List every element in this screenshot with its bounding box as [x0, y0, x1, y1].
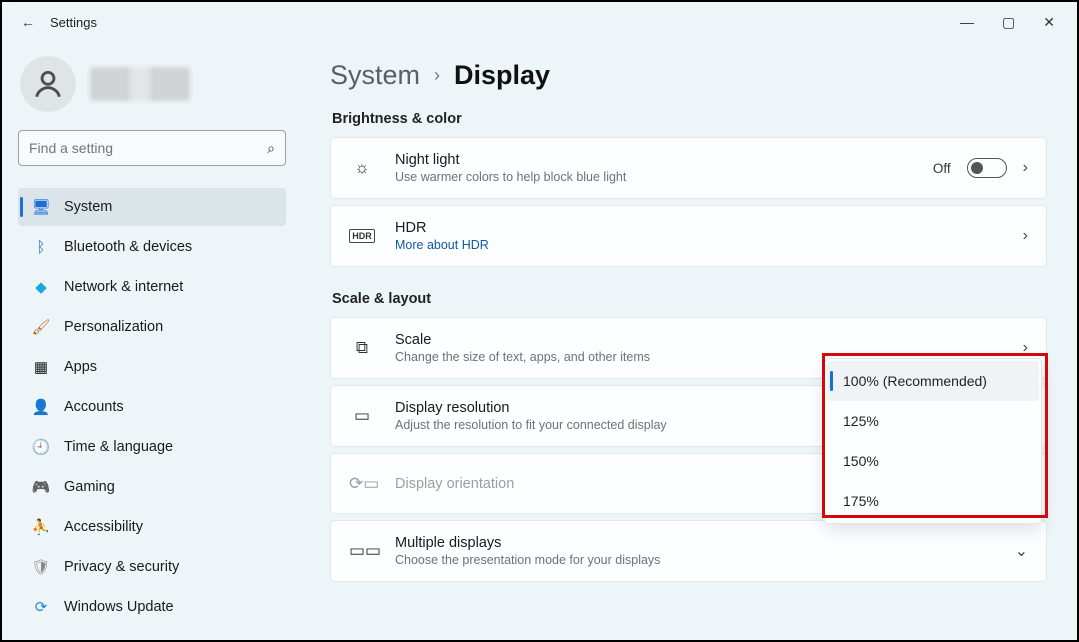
nav-bluetooth[interactable]: ᛒ Bluetooth & devices — [18, 228, 286, 266]
accessibility-icon: ⛹ — [32, 518, 50, 536]
multiple-displays-icon: ▭▭ — [349, 541, 375, 561]
search-input[interactable] — [29, 140, 267, 156]
search-box[interactable]: ⌕ — [18, 130, 286, 166]
night-light-sub: Use warmer colors to help block blue lig… — [395, 170, 913, 184]
nav-label: Accounts — [64, 399, 124, 415]
profile-name-redacted — [90, 67, 190, 101]
nav-apps[interactable]: ▦ Apps — [18, 348, 286, 386]
chevron-right-icon[interactable]: › — [1023, 339, 1028, 357]
nav-system[interactable]: 🖥 System — [18, 188, 286, 226]
section-brightness-title: Brightness & color — [332, 111, 1047, 127]
night-light-card[interactable]: ☼ Night light Use warmer colors to help … — [330, 137, 1047, 199]
nav-network[interactable]: ◆ Network & internet — [18, 268, 286, 306]
accounts-icon: 👤 — [32, 398, 50, 416]
profile[interactable] — [20, 56, 286, 112]
nav-label: Privacy & security — [64, 559, 179, 575]
brush-icon: 🖌 — [32, 318, 50, 336]
gaming-icon: 🎮 — [32, 478, 50, 496]
back-button[interactable]: ← — [12, 14, 44, 30]
hdr-link[interactable]: More about HDR — [395, 238, 1003, 252]
titlebar: ← Settings — ▢ ✕ — [2, 2, 1077, 42]
search-icon: ⌕ — [267, 140, 275, 157]
nav-gaming[interactable]: 🎮 Gaming — [18, 468, 286, 506]
apps-icon: ▦ — [32, 358, 50, 376]
hdr-title: HDR — [395, 220, 1003, 236]
hdr-icon: HDR — [349, 229, 375, 243]
scale-option-100[interactable]: 100% (Recommended) — [827, 361, 1039, 401]
clock-icon: 🕘 — [32, 438, 50, 456]
night-light-icon: ☼ — [349, 158, 375, 178]
scale-option-175[interactable]: 175% — [827, 481, 1039, 521]
scale-dropdown[interactable]: 100% (Recommended) 125% 150% 175% — [824, 358, 1042, 524]
hdr-card[interactable]: HDR HDR More about HDR › — [330, 205, 1047, 267]
section-scale-title: Scale & layout — [332, 291, 1047, 307]
breadcrumb-parent[interactable]: System — [330, 60, 420, 91]
main-content: System › Display Brightness & color ☼ Ni… — [302, 42, 1077, 640]
night-light-title: Night light — [395, 152, 913, 168]
nav-privacy[interactable]: 🛡 Privacy & security — [18, 548, 286, 586]
chevron-right-icon[interactable]: › — [1023, 227, 1028, 245]
nav-personalization[interactable]: 🖌 Personalization — [18, 308, 286, 346]
nav-label: Windows Update — [64, 599, 174, 615]
resolution-icon: ▭ — [349, 406, 375, 426]
nav-label: Network & internet — [64, 279, 183, 295]
nav-label: Apps — [64, 359, 97, 375]
bluetooth-icon: ᛒ — [32, 238, 50, 256]
scale-option-150[interactable]: 150% — [827, 441, 1039, 481]
window-controls: — ▢ ✕ — [960, 14, 1067, 31]
nav-list: 🖥 System ᛒ Bluetooth & devices ◆ Network… — [18, 188, 286, 626]
nav-time[interactable]: 🕘 Time & language — [18, 428, 286, 466]
scale-title: Scale — [395, 332, 1003, 348]
night-light-state: Off — [933, 161, 951, 176]
maximize-button[interactable]: ▢ — [1002, 14, 1015, 31]
nav-accounts[interactable]: 👤 Accounts — [18, 388, 286, 426]
nav-accessibility[interactable]: ⛹ Accessibility — [18, 508, 286, 546]
nav-label: Gaming — [64, 479, 115, 495]
update-icon: ⟳ — [32, 598, 50, 616]
chevron-down-icon[interactable]: ⌄ — [1015, 541, 1028, 561]
chevron-right-icon: › — [434, 65, 440, 86]
breadcrumb-current: Display — [454, 60, 550, 91]
scale-option-125[interactable]: 125% — [827, 401, 1039, 441]
breadcrumb: System › Display — [330, 60, 1047, 91]
scale-icon: ⧉ — [349, 338, 375, 358]
close-button[interactable]: ✕ — [1043, 14, 1055, 31]
multiple-displays-card[interactable]: ▭▭ Multiple displays Choose the presenta… — [330, 520, 1047, 582]
orientation-title: Display orientation — [395, 476, 898, 492]
nav-label: Time & language — [64, 439, 173, 455]
system-icon: 🖥 — [32, 198, 50, 216]
sidebar: ⌕ 🖥 System ᛒ Bluetooth & devices ◆ Netwo… — [2, 42, 302, 640]
night-light-toggle[interactable] — [967, 158, 1007, 178]
multiple-title: Multiple displays — [395, 535, 995, 551]
nav-label: Bluetooth & devices — [64, 239, 192, 255]
nav-update[interactable]: ⟳ Windows Update — [18, 588, 286, 626]
nav-label: Personalization — [64, 319, 163, 335]
chevron-right-icon[interactable]: › — [1023, 159, 1028, 177]
shield-icon: 🛡 — [32, 558, 50, 576]
nav-label: Accessibility — [64, 519, 143, 535]
avatar — [20, 56, 76, 112]
wifi-icon: ◆ — [32, 278, 50, 296]
person-icon — [31, 67, 65, 101]
multiple-sub: Choose the presentation mode for your di… — [395, 553, 995, 567]
minimize-button[interactable]: — — [960, 14, 974, 31]
orientation-icon: ⟳▭ — [349, 474, 375, 494]
window-title: Settings — [50, 15, 97, 30]
nav-label: System — [64, 199, 112, 215]
